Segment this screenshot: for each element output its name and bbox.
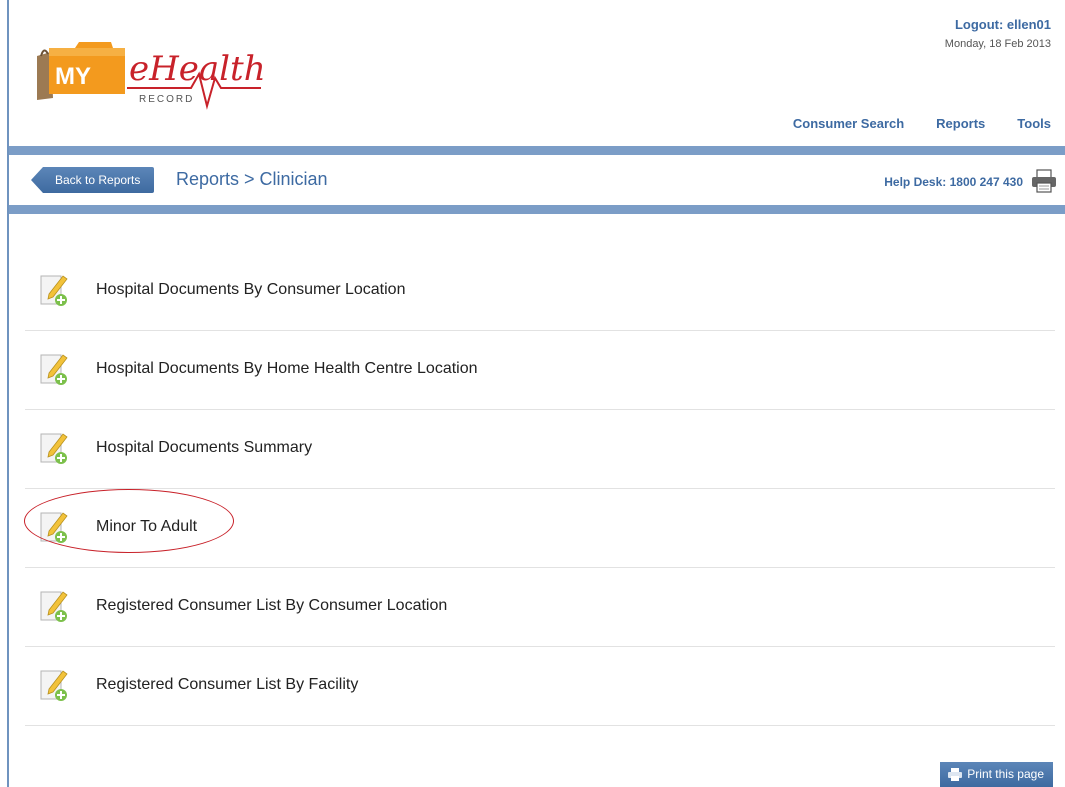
header: MY eHealth RECORD Logout: ellen01 Monday… (9, 0, 1065, 146)
report-item-hospital-docs-by-home-health-centre[interactable]: Hospital Documents By Home Health Centre… (25, 331, 1055, 410)
edit-report-icon (40, 591, 68, 622)
header-separator-band (9, 146, 1065, 155)
breadcrumb-separator-band (9, 205, 1065, 214)
nav-tools[interactable]: Tools (1017, 116, 1051, 131)
edit-report-icon (40, 433, 68, 464)
report-label: Registered Consumer List By Consumer Loc… (96, 597, 448, 614)
report-list: Hospital Documents By Consumer Location … (25, 252, 1055, 726)
breadcrumb: Reports > Clinician (176, 169, 328, 189)
report-label: Hospital Documents By Home Health Centre… (96, 360, 478, 377)
main-nav: Consumer Search Reports Tools (793, 116, 1051, 131)
current-date: Monday, 18 Feb 2013 (944, 38, 1051, 50)
report-item-registered-consumer-list-by-location[interactable]: Registered Consumer List By Consumer Loc… (25, 568, 1055, 647)
report-item-registered-consumer-list-by-facility[interactable]: Registered Consumer List By Facility (25, 647, 1055, 726)
print-this-page-label: Print this page (967, 767, 1044, 781)
back-to-reports-button[interactable]: Back to Reports (31, 167, 155, 193)
printer-icon[interactable] (1031, 169, 1057, 193)
logout-link[interactable]: Logout: ellen01 (955, 17, 1051, 32)
nav-reports[interactable]: Reports (936, 116, 985, 131)
report-item-hospital-docs-by-consumer-location[interactable]: Hospital Documents By Consumer Location (25, 252, 1055, 331)
report-label: Minor To Adult (96, 518, 198, 535)
print-this-page-button[interactable]: Print this page (940, 762, 1053, 787)
svg-text:eHealth: eHealth (129, 49, 266, 89)
svg-text:RECORD: RECORD (139, 94, 194, 105)
edit-report-icon (40, 275, 68, 306)
report-label: Hospital Documents By Consumer Location (96, 281, 406, 298)
my-ehealth-record-logo[interactable]: MY eHealth RECORD (31, 34, 266, 114)
report-label: Registered Consumer List By Facility (96, 676, 359, 693)
report-list-panel: Hospital Documents By Consumer Location … (9, 214, 1065, 787)
edit-report-icon (40, 512, 68, 543)
edit-report-icon (40, 354, 68, 385)
report-item-minor-to-adult[interactable]: Minor To Adult (25, 489, 1055, 568)
help-desk-phone: Help Desk: 1800 247 430 (884, 175, 1023, 189)
printer-icon (948, 768, 963, 781)
nav-consumer-search[interactable]: Consumer Search (793, 116, 904, 131)
edit-report-icon (40, 670, 68, 701)
breadcrumb-bar: Back to Reports Reports > Clinician Help… (9, 155, 1065, 205)
report-item-hospital-docs-summary[interactable]: Hospital Documents Summary (25, 410, 1055, 489)
svg-text:MY: MY (55, 63, 91, 90)
report-label: Hospital Documents Summary (96, 439, 313, 456)
